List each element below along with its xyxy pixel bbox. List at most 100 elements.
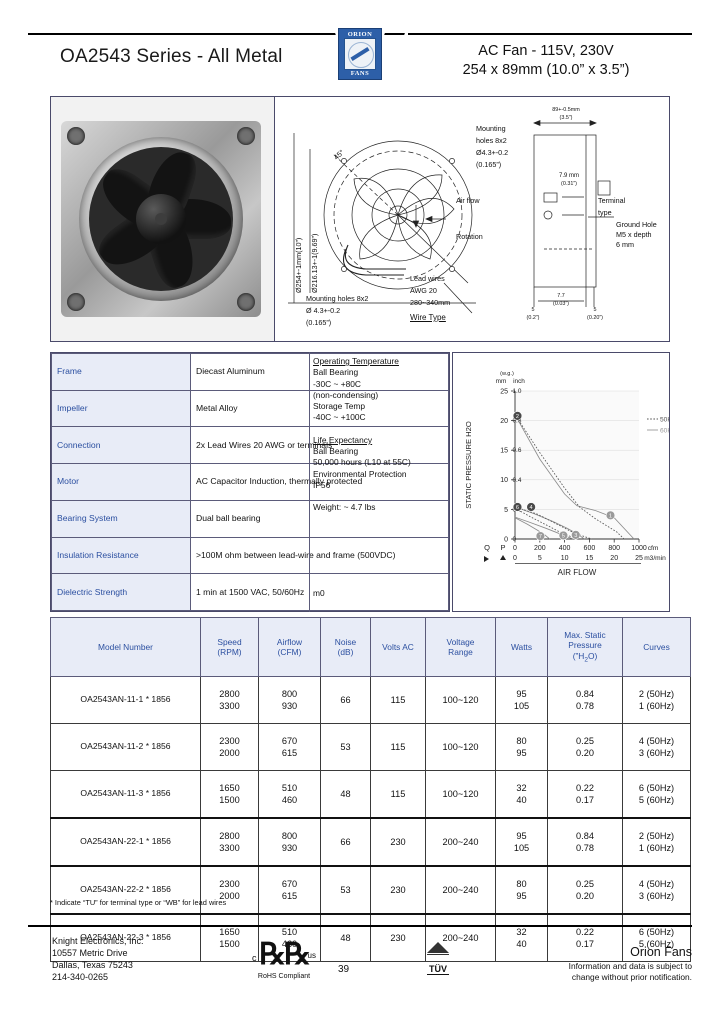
cell-watts: 95 105 (495, 817, 548, 867)
cell-airflow: 510 460 (258, 770, 321, 819)
chart-y-tick-inch: 0.4 (513, 477, 522, 484)
address-line-1: 10557 Metric Drive (52, 947, 128, 958)
cell-curves: 4 (50Hz) 3 (60Hz) (622, 723, 691, 771)
ul-certification-mark: c ℞℞ us RoHS Compliant (248, 937, 320, 983)
storage-temp-label: Storage Temp (313, 401, 365, 411)
col-volts-ac: Volts AC (370, 617, 426, 677)
op-temp-line-2: -30C ~ +80C (313, 378, 361, 389)
col-speed: Speed (RPM) (200, 617, 259, 677)
bottom-mounting-label-1: Mounting holes 8x2 (306, 294, 369, 303)
spec-key: Impeller (51, 389, 191, 428)
stray-text: m0 (313, 588, 325, 598)
airflow-label: Air flow (456, 196, 480, 205)
tuv-underline (427, 954, 449, 959)
page-number: 39 (338, 964, 350, 975)
cell-volts: 230 (370, 817, 426, 867)
terminal-type-label-2: type (598, 208, 612, 217)
cell-watts: 80 95 (495, 865, 548, 915)
operating-notes: Operating Temperature Ball Bearing -30C … (313, 356, 445, 514)
rotation-label: Rotation (456, 232, 483, 241)
cell-airflow: 800 930 (258, 817, 321, 867)
cell-range: 100~120 (425, 676, 496, 724)
chart-series-marker-label: 1 (609, 514, 612, 520)
table-row: OA2543AN-11-2 * 1856 2300 2000 670 615 53 115 1… (50, 723, 691, 771)
chart-legend-label: 60Hz (660, 427, 669, 434)
disclaimer-line-1: Information and data is subject to (568, 960, 692, 971)
chart-x-tick-m3min: 0 (513, 555, 517, 562)
chart-series-marker-label: 5 (562, 534, 565, 540)
cell-noise: 53 (320, 865, 371, 915)
product-photo (51, 97, 275, 341)
phone-number: 214-340-0265 (52, 971, 109, 982)
mounting-holes-label-3: Ø4.3+-0.2 (476, 148, 509, 157)
cell-watts: 32 40 (495, 770, 548, 819)
brand-name: Orion Fans (630, 945, 692, 959)
spec-key: Frame (51, 353, 191, 391)
life-line-2: 50,000 hours (L10 at 55C) (313, 457, 411, 468)
cell-pressure: 0.22 0.17 (547, 770, 623, 819)
spec-value: >100M ohm between lead-wire and frame (5… (190, 536, 449, 575)
chart-x-tick-cfm: 200 (534, 545, 546, 552)
cell-volts: 230 (370, 865, 426, 915)
bottom-mounting-label-3: (0.165”) (306, 318, 332, 327)
chart-x-tick-m3min: 20 (610, 555, 618, 562)
op-temp-line-1: Ball Bearing (313, 367, 359, 378)
dim-77mm: 7.7 (557, 293, 565, 299)
dim-79mm: 7.9 mm (558, 173, 579, 179)
chart-y-tick-mm: 20 (500, 418, 508, 425)
cell-range: 200~240 (425, 865, 496, 915)
col-label: Model Number (98, 641, 153, 652)
ul-us-suffix: us (307, 951, 316, 960)
col-airflow: Airflow (CFM) (258, 617, 321, 677)
table-row: OA2543AN-11-1 * 1856 2800 3300 800 930 66 115 1… (50, 676, 691, 724)
chart-y-tick-mm: 10 (500, 477, 508, 484)
cell-volts: 115 (370, 770, 426, 819)
cell-curves: 2 (50Hz) 1 (60Hz) (622, 676, 691, 724)
chart-unit-mm: mm (496, 378, 507, 385)
col-sublabel: (CFM) (277, 647, 302, 657)
cell-model: OA2543AN-22-1 * 1856 (50, 817, 201, 867)
chart-x-tick-cfm: 800 (608, 545, 620, 552)
performance-chart: 0050.2100.4150.6200.8251.0(w.g.)mminchST… (452, 352, 670, 612)
terminal-type-label-1: Terminal (598, 196, 626, 205)
cell-pressure: 0.84 0.78 (547, 817, 623, 867)
dim-5in-b: (0.20”) (587, 315, 603, 321)
cell-speed: 2300 2000 (200, 723, 259, 771)
tuv-label: TÜV (427, 964, 449, 975)
cell-speed: 2800 3300 (200, 817, 259, 867)
chart-y-tick-inch: 0 (513, 536, 517, 543)
chart-p-marker: P (500, 543, 505, 552)
cell-volts: 115 (370, 676, 426, 724)
header-rule-right (408, 33, 692, 35)
mount-corner-br (237, 293, 255, 311)
footer-brand-block: Orion Fans Information and data is subje… (452, 944, 692, 984)
chart-y-tick-inch: 1.0 (513, 388, 522, 395)
spec-key: Dielectric Strength (51, 573, 191, 611)
tuv-triangle-icon (427, 942, 449, 953)
table-footnote: * Indicate “TU” for terminal type or “WB… (50, 898, 227, 907)
chart-y-axis-label: STATIC PRESSURE H2O (464, 421, 473, 509)
chart-x-tick-m3min: 15 (586, 555, 594, 562)
cell-airflow: 800 930 (258, 676, 321, 724)
dim-79in: (0.31”) (561, 181, 577, 187)
col-sublabel: (RPM) (217, 647, 242, 657)
env-protection-label: Environmental Protection (313, 468, 407, 479)
header-rule-left (28, 33, 318, 35)
data-table-body: OA2543AN-11-1 * 1856 2800 3300 800 930 66 115 1… (50, 676, 691, 962)
ground-hole-label-1: Ground Hole (616, 220, 657, 229)
header-voltage-line: AC Fan - 115V, 230V (478, 43, 614, 59)
lead-wires-label-1: Lead wires (410, 274, 445, 283)
life-line-1: Ball Bearing (313, 446, 359, 456)
cell-curves: 2 (50Hz) 1 (60Hz) (622, 817, 691, 867)
cell-curves: 4 (50Hz) 3 (60Hz) (622, 865, 691, 915)
rohs-compliant-label: RoHS Compliant (257, 973, 311, 980)
col-unit-h2o: (”H2O) (572, 650, 598, 664)
table-row: Dielectric Strength 1 min at 1500 VAC, 5… (51, 573, 449, 611)
table-header-row: Model Number Speed (RPM) Airflow (CFM) N… (50, 617, 691, 677)
dim-5mm-b: 5 (593, 307, 597, 313)
cell-watts: 95 105 (495, 676, 548, 724)
life-expectancy-heading: Life Expectancy (313, 434, 373, 445)
col-watts: Watts (495, 617, 548, 677)
chart-x-tick-cfm: 600 (584, 545, 596, 552)
logo-bottom-text: FANS (350, 70, 370, 77)
